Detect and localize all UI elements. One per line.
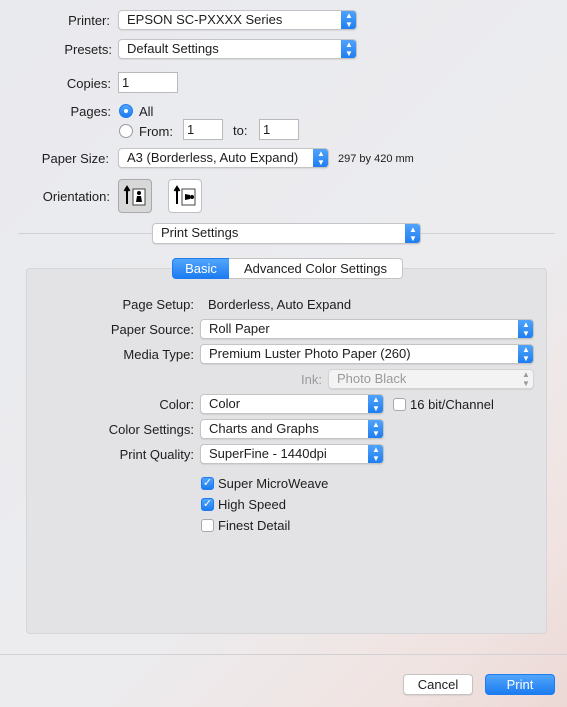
printer-value: EPSON SC-PXXXX Series bbox=[127, 12, 283, 27]
pages-to-label: to: bbox=[233, 123, 248, 138]
section-menu-value: Print Settings bbox=[161, 225, 239, 240]
tab-advanced-color-settings[interactable]: Advanced Color Settings bbox=[229, 258, 403, 279]
high-speed-label: High Speed bbox=[218, 497, 286, 512]
page-setup-value: Borderless, Auto Expand bbox=[208, 297, 352, 312]
divider bbox=[0, 654, 567, 655]
16bit-checkbox[interactable] bbox=[393, 398, 406, 411]
chevron-updown-icon: ▲ ▼ bbox=[368, 420, 383, 438]
ink-label: Ink: bbox=[301, 372, 322, 387]
orientation-label: Orientation: bbox=[42, 189, 110, 204]
presets-label: Presets: bbox=[64, 42, 112, 57]
chevron-updown-icon: ▲ ▼ bbox=[522, 370, 530, 388]
copies-label: Copies: bbox=[66, 76, 111, 91]
finest-detail-checkbox[interactable] bbox=[201, 519, 214, 532]
color-select[interactable]: Color ▲ ▼ bbox=[200, 394, 384, 414]
chevron-updown-icon: ▲ ▼ bbox=[313, 149, 328, 167]
media-type-value: Premium Luster Photo Paper (260) bbox=[209, 346, 411, 361]
color-settings-value: Charts and Graphs bbox=[209, 421, 319, 436]
cancel-button[interactable]: Cancel bbox=[403, 674, 473, 695]
high-speed-checkbox[interactable]: ✓ bbox=[201, 498, 214, 511]
color-label: Color: bbox=[159, 397, 194, 412]
portrait-orientation-button[interactable] bbox=[118, 179, 152, 213]
ink-value: Photo Black bbox=[337, 371, 407, 386]
pages-from-radio[interactable] bbox=[119, 124, 133, 138]
portrait-icon bbox=[123, 185, 146, 206]
section-menu-select[interactable]: Print Settings ▲ ▼ bbox=[152, 223, 421, 244]
copies-field[interactable]: 1 bbox=[118, 72, 178, 93]
paper-size-label: Paper Size: bbox=[41, 151, 109, 166]
presets-select[interactable]: Default Settings ▲ ▼ bbox=[118, 39, 357, 59]
pages-from-label: From: bbox=[139, 124, 173, 139]
landscape-icon bbox=[173, 185, 196, 206]
chevron-updown-icon: ▲ ▼ bbox=[405, 224, 420, 243]
finest-detail-label: Finest Detail bbox=[218, 518, 291, 533]
page-setup-label: Page Setup: bbox=[122, 297, 194, 312]
chevron-updown-icon: ▲ ▼ bbox=[341, 40, 356, 58]
paper-size-select[interactable]: A3 (Borderless, Auto Expand) ▲ ▼ bbox=[118, 148, 329, 168]
paper-size-value: A3 (Borderless, Auto Expand) bbox=[127, 150, 299, 165]
chevron-updown-icon: ▲ ▼ bbox=[341, 11, 356, 29]
print-quality-label: Print Quality: bbox=[119, 447, 194, 462]
chevron-updown-icon: ▲ ▼ bbox=[518, 320, 533, 338]
color-value: Color bbox=[209, 396, 241, 411]
media-type-label: Media Type: bbox=[123, 347, 194, 362]
chevron-updown-icon: ▲ ▼ bbox=[518, 345, 533, 363]
paper-source-label: Paper Source: bbox=[110, 322, 194, 337]
pages-from-field[interactable]: 1 bbox=[183, 119, 223, 140]
pages-label: Pages: bbox=[70, 104, 111, 119]
16bit-label: 16 bit/Channel bbox=[410, 397, 494, 412]
printer-label: Printer: bbox=[68, 13, 110, 28]
super-microweave-label: Super MicroWeave bbox=[218, 476, 329, 491]
media-type-select[interactable]: Premium Luster Photo Paper (260) ▲ ▼ bbox=[200, 344, 534, 364]
pages-all-radio[interactable] bbox=[119, 104, 133, 118]
chevron-updown-icon: ▲ ▼ bbox=[368, 395, 383, 413]
chevron-updown-icon: ▲ ▼ bbox=[368, 445, 383, 463]
checkmark-icon: ✓ bbox=[202, 498, 213, 510]
color-settings-select[interactable]: Charts and Graphs ▲ ▼ bbox=[200, 419, 384, 439]
paper-source-value: Roll Paper bbox=[209, 321, 270, 336]
paper-dimensions: 297 by 420 mm bbox=[338, 153, 414, 165]
pages-to-field[interactable]: 1 bbox=[259, 119, 299, 140]
super-microweave-checkbox[interactable]: ✓ bbox=[201, 477, 214, 490]
ink-select: Photo Black ▲ ▼ bbox=[328, 369, 534, 389]
paper-source-select[interactable]: Roll Paper ▲ ▼ bbox=[200, 319, 534, 339]
print-quality-value: SuperFine - 1440dpi bbox=[209, 446, 327, 461]
tab-basic[interactable]: Basic bbox=[172, 258, 230, 279]
print-quality-select[interactable]: SuperFine - 1440dpi ▲ ▼ bbox=[200, 444, 384, 464]
checkmark-icon: ✓ bbox=[202, 477, 213, 489]
presets-value: Default Settings bbox=[127, 41, 219, 56]
landscape-orientation-button[interactable] bbox=[168, 179, 202, 213]
pages-all-label: All bbox=[139, 104, 154, 119]
printer-select[interactable]: EPSON SC-PXXXX Series ▲ ▼ bbox=[118, 10, 357, 30]
print-button[interactable]: Print bbox=[485, 674, 555, 695]
color-settings-label: Color Settings: bbox=[108, 422, 194, 437]
